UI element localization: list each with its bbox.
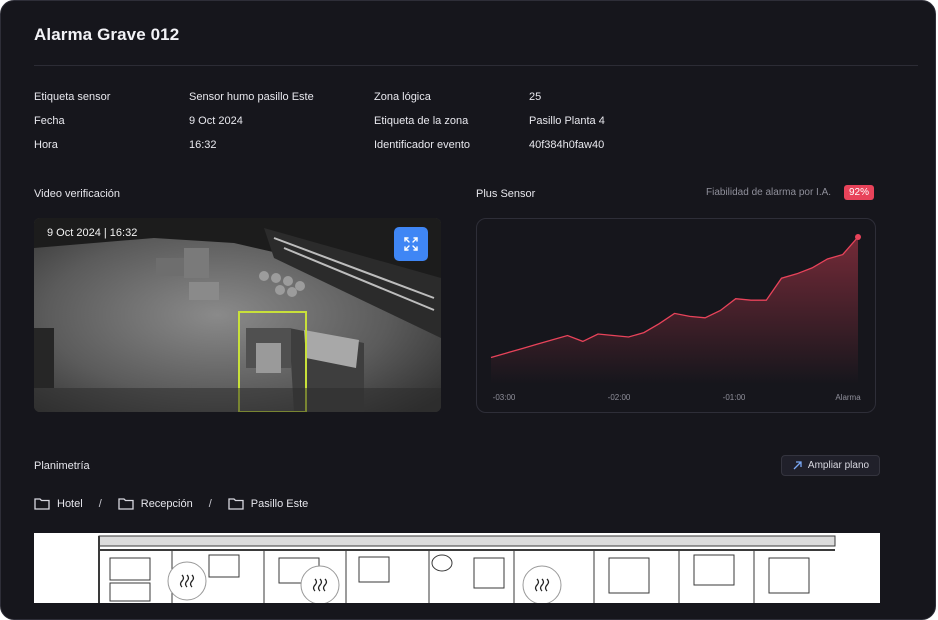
info-label-event-id: Identificador evento — [374, 139, 471, 151]
sensor-area — [491, 237, 858, 384]
info-label-time: Hora — [34, 139, 58, 151]
folder-icon — [34, 498, 50, 510]
info-value-event-id: 40f384h0faw40 — [529, 139, 605, 151]
expand-plan-label: Ampliar plano — [807, 460, 870, 471]
x-tick-label: -01:00 — [723, 393, 746, 402]
sensor-chart-svg: -03:00 -02:00 -01:00 Alarma — [490, 234, 861, 402]
info-value-sensor: Sensor humo pasillo Este — [189, 91, 314, 103]
info-value-zone: 25 — [529, 91, 542, 103]
header-divider — [34, 65, 918, 66]
floor-plan-drawing — [98, 535, 836, 603]
sensor-chart: -03:00 -02:00 -01:00 Alarma — [476, 218, 876, 413]
page-title: Alarma Grave 012 — [34, 25, 180, 44]
video-timestamp: 9 Oct 2024 | 16:32 — [47, 227, 138, 239]
breadcrumb-item-reception[interactable]: Recepción — [118, 497, 193, 510]
sensor-last-point — [855, 234, 861, 240]
info-value-time: 16:32 — [189, 139, 217, 151]
floor-plan[interactable] — [34, 533, 880, 603]
info-label-sensor: Etiqueta sensor — [34, 91, 111, 103]
plan-section-title: Planimetría — [34, 460, 90, 472]
info-label-zone-tag: Etiqueta de la zona — [374, 115, 469, 127]
reliability-label: Fiabilidad de alarma por I.A. — [706, 187, 832, 198]
info-label-zone: Zona lógica — [374, 91, 431, 103]
expand-plan-button[interactable]: Ampliar plano — [781, 455, 880, 476]
video-expand-button[interactable] — [394, 227, 428, 261]
folder-icon — [118, 498, 134, 510]
x-tick-label: -03:00 — [493, 393, 516, 402]
alarm-detail-panel: Alarma Grave 012 Etiqueta sensor Sensor … — [0, 0, 936, 620]
breadcrumb-label: Hotel — [57, 497, 83, 510]
breadcrumb-separator: / — [98, 497, 102, 510]
breadcrumb-item-hotel[interactable]: Hotel — [34, 497, 83, 510]
video-player[interactable]: 9 Oct 2024 | 16:32 — [34, 218, 441, 412]
x-tick-label: -02:00 — [608, 393, 631, 402]
reliability-badge: 92% — [844, 185, 875, 200]
info-label-date: Fecha — [34, 115, 65, 127]
video-frame — [34, 218, 441, 412]
breadcrumb-item-hallway[interactable]: Pasillo Este — [228, 497, 308, 510]
info-value-zone-tag: Pasillo Planta 4 — [529, 115, 605, 127]
x-tick-label: Alarma — [835, 393, 861, 402]
breadcrumb-separator: / — [208, 497, 212, 510]
folder-icon — [228, 498, 244, 510]
breadcrumb-label: Pasillo Este — [250, 497, 309, 510]
video-section-title: Video verificación — [34, 188, 121, 200]
expand-icon — [404, 237, 418, 251]
sensor-section-title: Plus Sensor — [476, 188, 536, 200]
info-value-date: 9 Oct 2024 — [189, 115, 243, 127]
breadcrumb-label: Recepción — [140, 497, 193, 510]
arrow-up-right-icon — [793, 461, 802, 470]
breadcrumb: Hotel / Recepción / Pasillo Este — [34, 497, 308, 510]
